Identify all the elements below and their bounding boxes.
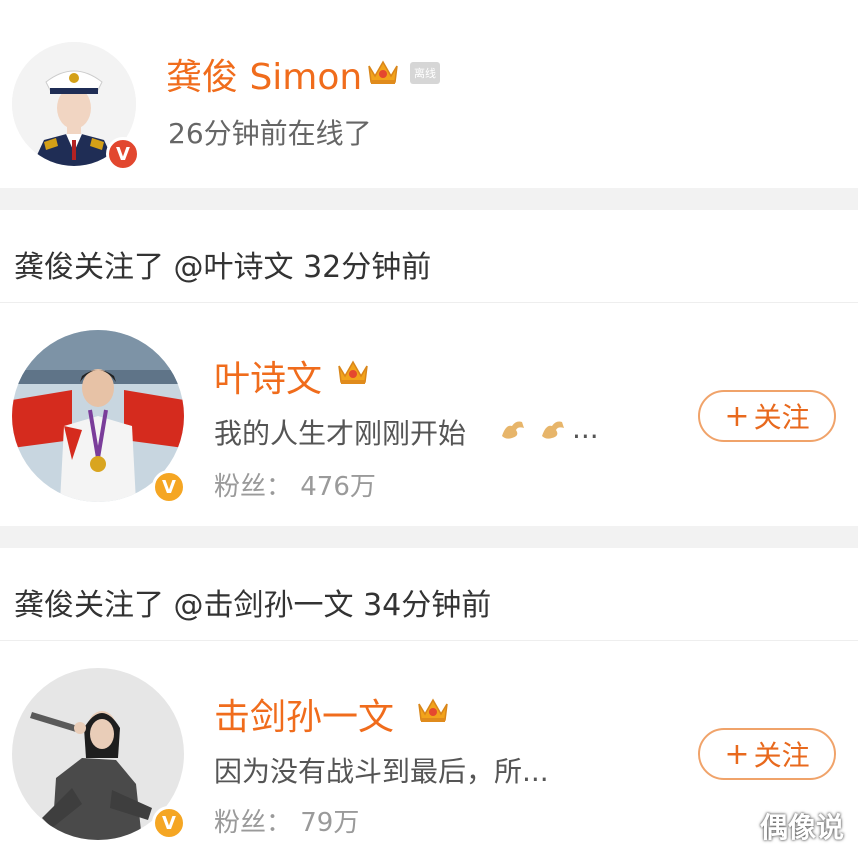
user-bio: 我的人生才刚刚开始 bbox=[214, 417, 467, 450]
flexed-biceps-icon bbox=[542, 421, 564, 439]
bio-ellipsis: ... bbox=[572, 412, 599, 445]
flexed-biceps-icon bbox=[502, 421, 524, 439]
verified-badge-icon: V bbox=[106, 137, 140, 171]
user-name[interactable]: 叶诗文 bbox=[214, 350, 322, 402]
section-divider bbox=[0, 188, 858, 210]
user-bio: 因为没有战斗到最后，所... bbox=[214, 755, 549, 788]
offline-status-tag: 离线 bbox=[410, 62, 440, 84]
section-divider bbox=[0, 526, 858, 548]
follow-button[interactable]: + 关注 bbox=[698, 390, 836, 442]
follow-label: 关注 bbox=[753, 739, 810, 772]
crown-icon bbox=[368, 60, 398, 84]
activity-text[interactable]: 龚俊关注了 @叶诗文 32分钟前 bbox=[14, 242, 431, 286]
row-divider bbox=[0, 640, 858, 641]
crown-icon bbox=[338, 360, 368, 384]
fans-count: 粉丝： 476万 bbox=[214, 472, 376, 502]
verified-badge-icon: V bbox=[152, 806, 186, 840]
watermark: 偶像说 bbox=[759, 811, 844, 844]
online-status-text: 26分钟前在线了 bbox=[168, 117, 372, 150]
row-divider bbox=[0, 302, 858, 303]
profile-name[interactable]: 龚俊 Simon bbox=[166, 48, 362, 100]
fans-count: 粉丝： 79万 bbox=[214, 808, 360, 838]
crown-icon bbox=[418, 698, 448, 722]
plus-icon: + bbox=[724, 398, 750, 434]
activity-text[interactable]: 龚俊关注了 @击剑孙一文 34分钟前 bbox=[14, 580, 491, 624]
follow-button[interactable]: + 关注 bbox=[698, 728, 836, 780]
user-name[interactable]: 击剑孙一文 bbox=[214, 688, 394, 740]
verified-badge-icon: V bbox=[152, 470, 186, 504]
plus-icon: + bbox=[724, 736, 750, 772]
follow-label: 关注 bbox=[753, 401, 810, 434]
